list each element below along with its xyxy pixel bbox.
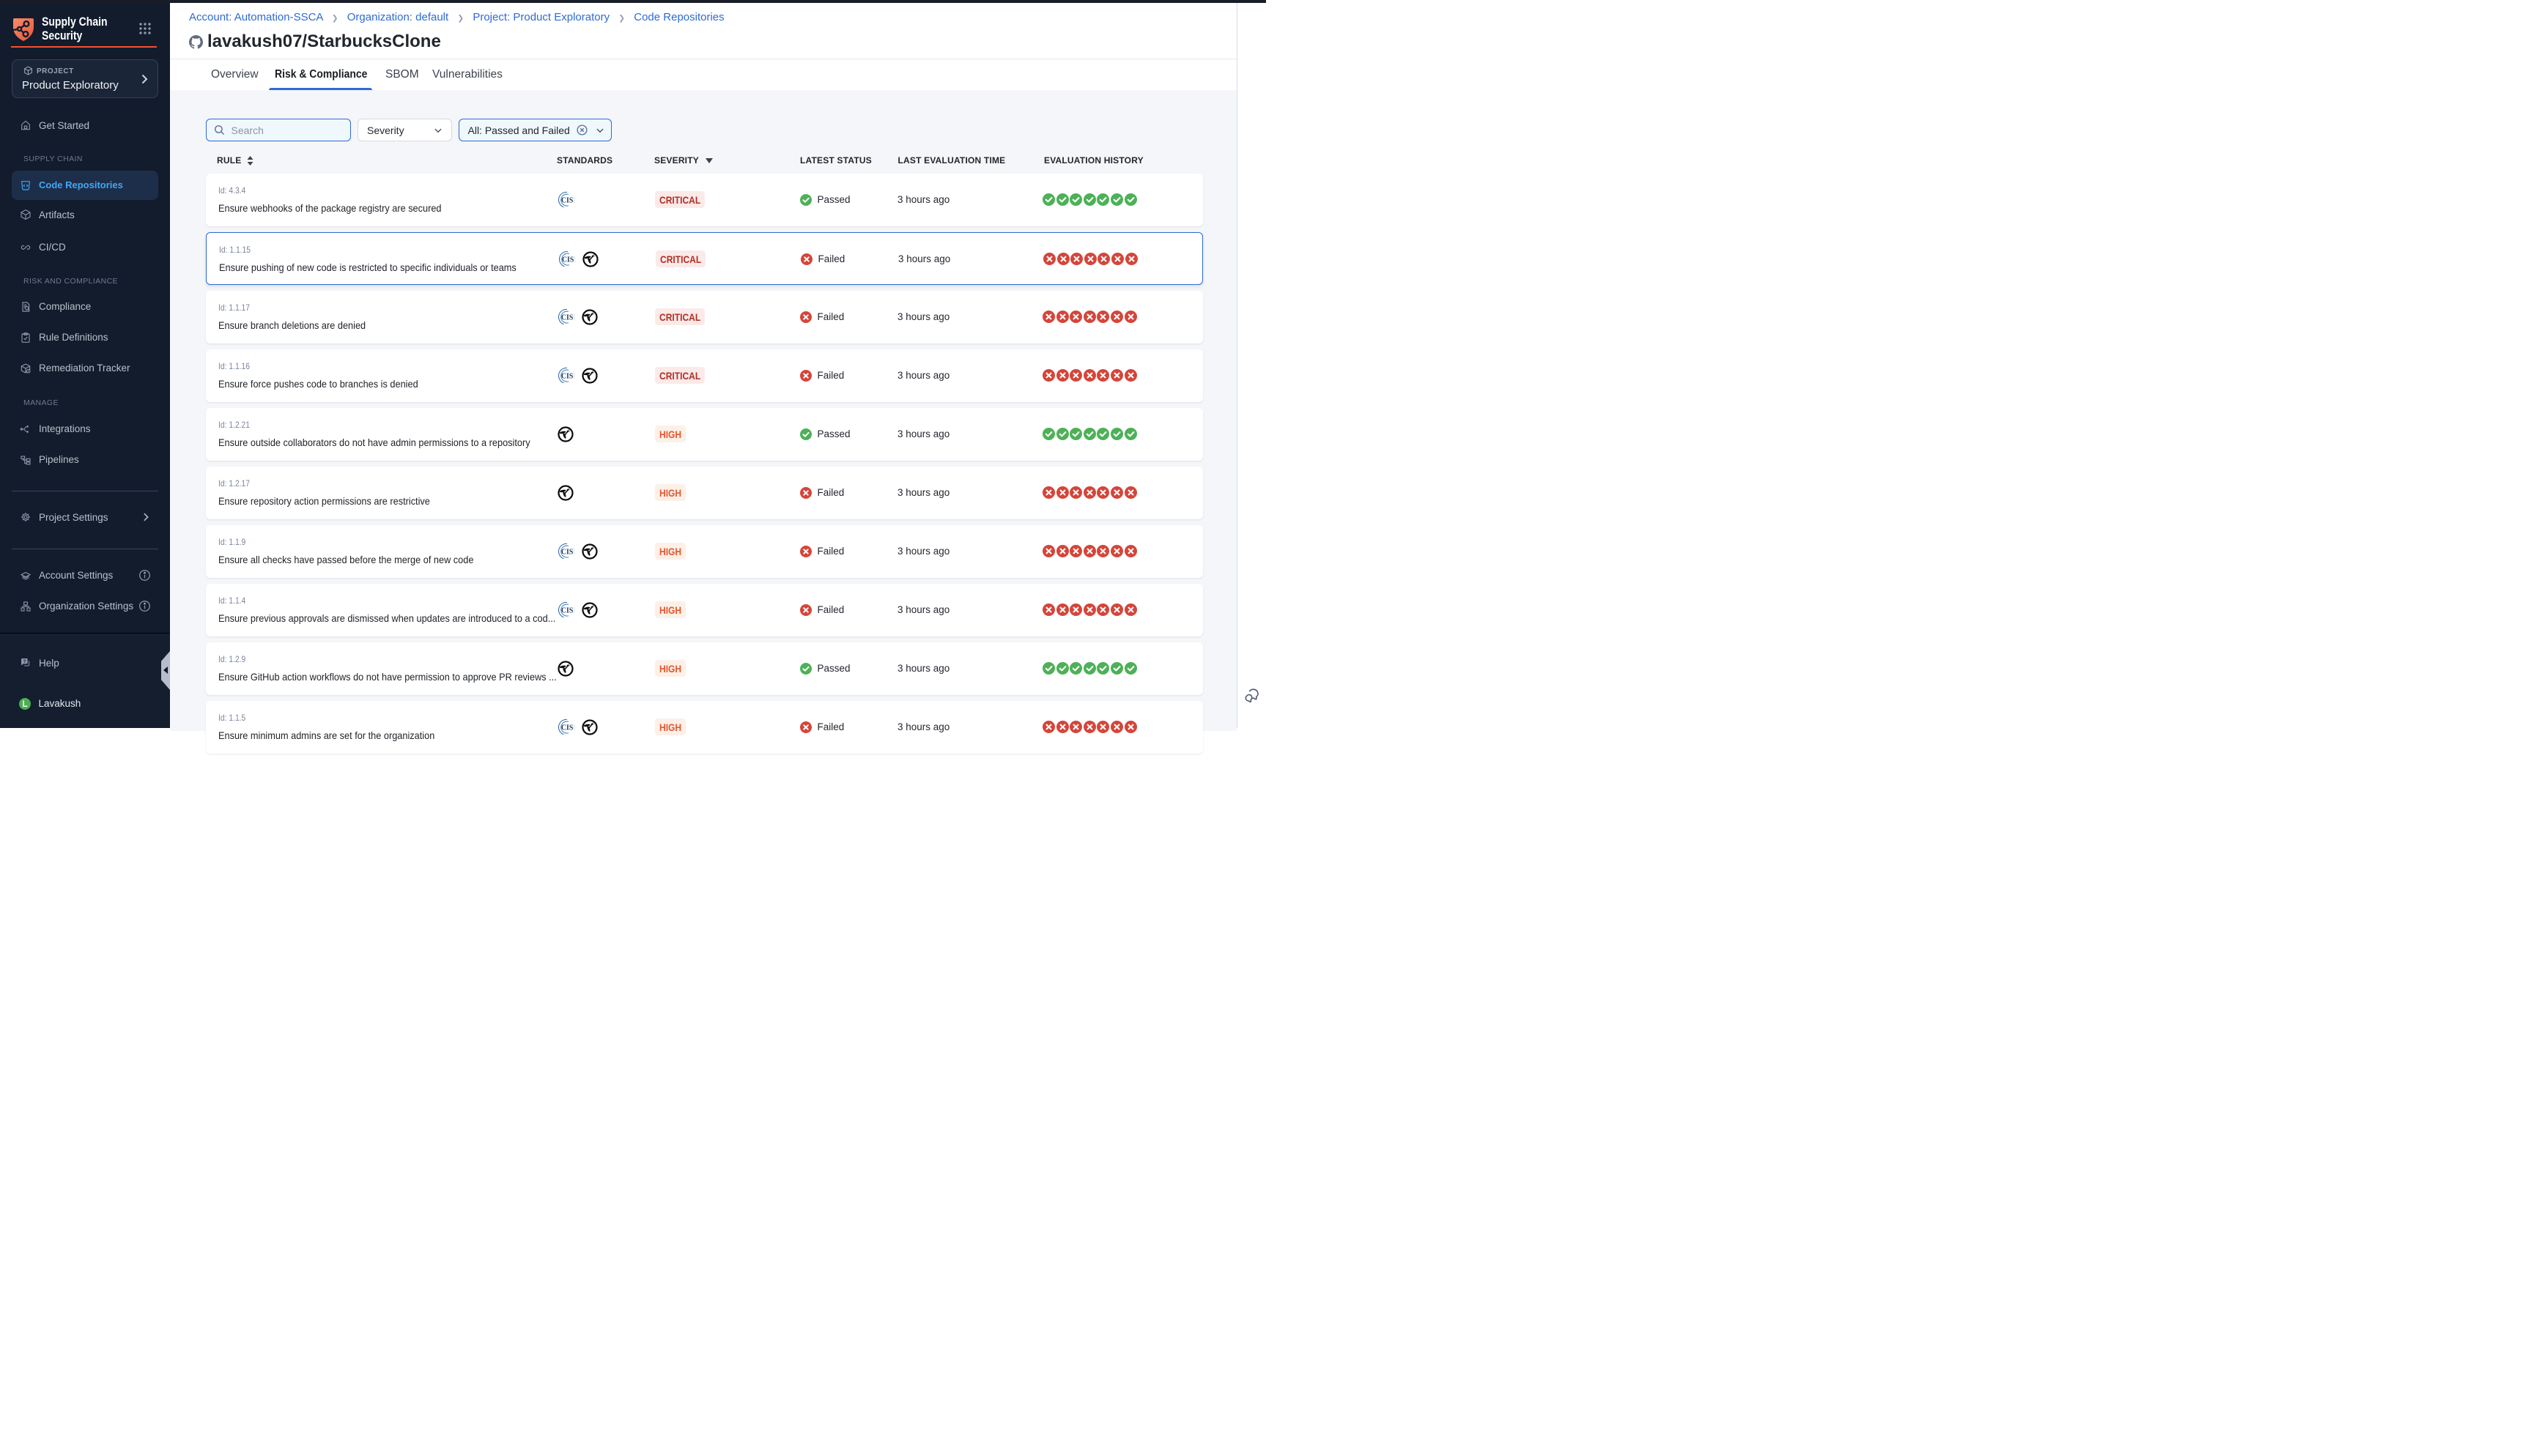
svg-text:?: ? <box>23 659 26 664</box>
